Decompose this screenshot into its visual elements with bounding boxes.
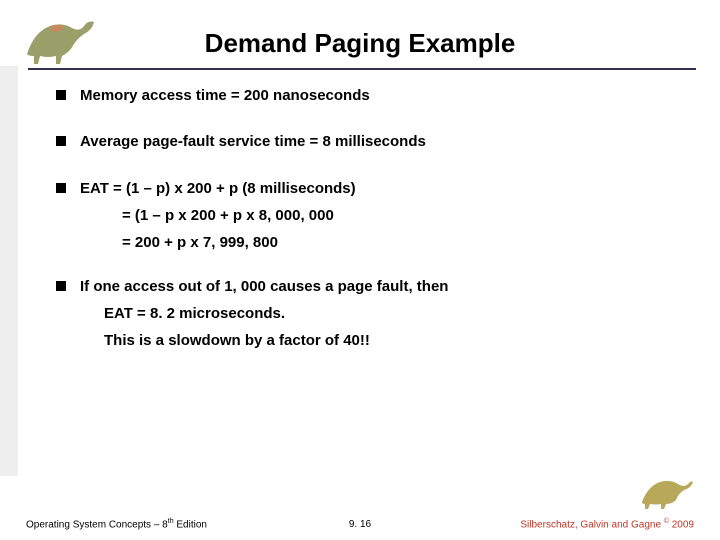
square-bullet-icon [56,183,66,193]
title-underline [28,68,696,70]
slide-content: Memory access time = 200 nanoseconds Ave… [56,86,676,359]
bullet-item: Memory access time = 200 nanoseconds [56,86,676,106]
bullet-subline: = 200 + p x 7, 999, 800 [122,234,676,251]
bullet-item: Average page-fault service time = 8 mill… [56,132,676,152]
slide-title: Demand Paging Example [0,28,720,59]
square-bullet-icon [56,281,66,291]
slide-header: Demand Paging Example [0,8,720,68]
bullet-subline: EAT = 8. 2 microseconds. [104,305,676,322]
bullet-text: If one access out of 1, 000 causes a pag… [80,277,448,297]
bullet-text: EAT = (1 – p) x 200 + p (8 milliseconds) [80,179,356,199]
dinosaur-icon [638,474,694,510]
bullet-item: If one access out of 1, 000 causes a pag… [56,277,676,297]
bullet-text: Memory access time = 200 nanoseconds [80,86,370,106]
bullet-subline: = (1 – p x 200 + p x 8, 000, 000 [122,207,676,224]
square-bullet-icon [56,136,66,146]
left-margin-bar [0,66,18,476]
bullet-subline: This is a slowdown by a factor of 40!! [104,332,676,349]
footer-right-text: 2009 [669,519,694,530]
slide-footer: Operating System Concepts – 8th Edition … [0,512,720,530]
footer-right: Silberschatz, Galvin and Gagne © 2009 [520,518,694,530]
square-bullet-icon [56,90,66,100]
slide: Demand Paging Example Memory access time… [0,0,720,540]
footer-right-text: Silberschatz, Galvin and Gagne [520,519,663,530]
bullet-text: Average page-fault service time = 8 mill… [80,132,426,152]
bullet-item: EAT = (1 – p) x 200 + p (8 milliseconds) [56,179,676,199]
